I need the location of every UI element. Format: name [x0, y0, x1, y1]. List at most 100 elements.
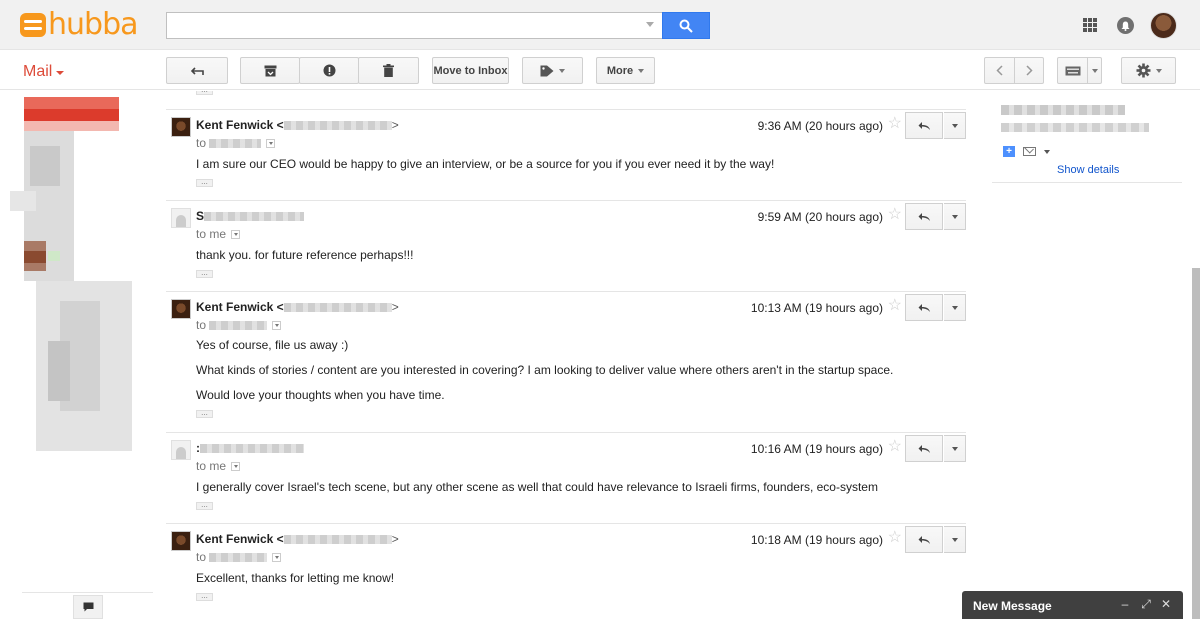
envelope-icon[interactable] [1023, 147, 1036, 156]
show-details-caret-icon[interactable] [272, 320, 282, 330]
more-label: More [606, 64, 634, 77]
mail-label: Mail [23, 63, 53, 80]
show-trimmed-content-button[interactable]: ... [196, 592, 213, 601]
sender-name[interactable]: S [196, 209, 305, 223]
reply-button[interactable] [905, 526, 943, 553]
sidebar-redacted [0, 91, 155, 619]
mail-menu[interactable]: Mail [23, 63, 65, 81]
show-details-caret-icon[interactable] [266, 138, 276, 148]
more-actions-button[interactable]: More [596, 57, 655, 84]
input-tools-dropdown[interactable] [1087, 57, 1102, 84]
message-time: 9:59 AM (20 hours ago) [757, 210, 883, 224]
reply-button[interactable] [905, 203, 943, 230]
message-more-button[interactable] [944, 526, 966, 553]
redacted-block [30, 146, 60, 186]
search-options-caret-icon[interactable] [646, 22, 654, 27]
sender-name[interactable]: Kent Fenwick < > [196, 300, 399, 314]
redacted-block [24, 97, 119, 109]
show-details-caret-icon[interactable] [231, 461, 241, 471]
report-spam-button[interactable] [299, 57, 359, 84]
show-details-link[interactable]: Show details [1057, 164, 1119, 176]
minimize-icon[interactable]: – [1118, 597, 1132, 611]
show-trimmed-content-button[interactable]: ... [196, 269, 213, 278]
close-icon[interactable]: ✕ [1159, 597, 1173, 611]
redacted-sender [204, 212, 305, 222]
redacted-contact-email [1001, 123, 1149, 132]
reply-button[interactable] [905, 294, 943, 321]
chevron-down-icon[interactable] [1044, 149, 1050, 154]
notifications-icon[interactable] [1117, 17, 1134, 34]
redacted-email [283, 303, 392, 313]
show-trimmed-content-button[interactable]: ... [196, 178, 213, 187]
reply-button[interactable] [905, 435, 943, 462]
show-trimmed-content-button[interactable]: ... [196, 409, 213, 418]
input-tools-button[interactable] [1057, 57, 1088, 84]
sender-avatar [171, 208, 191, 228]
expand-icon[interactable]: ⤢ [1139, 597, 1153, 611]
hubba-logo[interactable]: hubba [20, 10, 138, 40]
recipient-line: to me [196, 459, 241, 473]
message: S to me 9:59 AM (20 hours ago) ☆ thank y… [166, 200, 966, 291]
message-body: What kinds of stories / content are you … [196, 363, 894, 377]
contact-actions: + [1003, 146, 1050, 157]
reply-icon [918, 444, 930, 453]
labels-button[interactable] [522, 57, 583, 84]
star-icon[interactable]: ☆ [888, 207, 902, 223]
message-more-button[interactable] [944, 112, 966, 139]
back-arrow-icon [190, 66, 204, 75]
gear-icon [1136, 63, 1150, 78]
redacted-email [283, 121, 392, 131]
logo-mark-icon [20, 13, 46, 37]
message: : to me 10:16 AM (19 hours ago) ☆ I gene… [166, 432, 966, 523]
recipient-line: to [196, 136, 276, 150]
older-conversation-button[interactable] [1014, 57, 1044, 84]
sender-name[interactable]: Kent Fenwick < > [196, 118, 399, 132]
show-details-caret-icon[interactable] [272, 552, 282, 562]
reply-button[interactable] [905, 112, 943, 139]
star-icon[interactable]: ☆ [888, 530, 902, 546]
label-tag-icon [540, 65, 554, 76]
show-details-caret-icon[interactable] [231, 229, 241, 239]
message: Kent Fenwick < > to 9:36 AM (20 hours ago… [166, 109, 966, 200]
search-button[interactable] [662, 12, 710, 39]
account-avatar[interactable] [1150, 12, 1177, 39]
reply-icon [918, 121, 930, 130]
redacted-block [24, 251, 46, 263]
recipient-line: to [196, 318, 282, 332]
star-icon[interactable]: ☆ [888, 439, 902, 455]
redacted-block [48, 341, 70, 401]
top-bar: hubba [0, 0, 1200, 50]
delete-button[interactable] [358, 57, 419, 84]
move-to-inbox-button[interactable]: Move to Inbox [432, 57, 509, 84]
sender-name[interactable]: Kent Fenwick < > [196, 532, 399, 546]
compose-title: New Message [973, 599, 1052, 613]
message-body: I generally cover Israel's tech scene, b… [196, 480, 878, 494]
add-to-circles-icon[interactable]: + [1003, 146, 1015, 157]
scrollbar[interactable] [1192, 268, 1200, 619]
newer-conversation-button[interactable] [984, 57, 1015, 84]
chat-icon[interactable] [73, 595, 103, 619]
message-time: 9:36 AM (20 hours ago) [757, 119, 883, 133]
star-icon[interactable]: ☆ [888, 116, 902, 132]
settings-button[interactable] [1121, 57, 1176, 84]
compose-window[interactable]: New Message – ⤢ ✕ [962, 591, 1183, 619]
apps-grid-icon[interactable] [1083, 18, 1097, 32]
contact-panel: + Show details [992, 91, 1182, 183]
message: Kent Fenwick < > to 10:18 AM (19 hours ag… [166, 523, 966, 619]
message-more-button[interactable] [944, 435, 966, 462]
sender-name[interactable]: : [196, 441, 304, 455]
message-body: Yes of course, file us away :) [196, 338, 349, 352]
archive-icon [264, 65, 276, 76]
chevron-left-icon [996, 65, 1003, 76]
redacted-sender [200, 444, 304, 454]
message-more-button[interactable] [944, 294, 966, 321]
search-input[interactable] [166, 12, 662, 39]
show-trimmed-content-button[interactable]: ... [196, 501, 213, 510]
back-button[interactable] [166, 57, 228, 84]
show-trimmed-content-button[interactable]: ... [196, 91, 213, 95]
trash-icon [383, 64, 394, 77]
message-more-button[interactable] [944, 203, 966, 230]
archive-button[interactable] [240, 57, 300, 84]
star-icon[interactable]: ☆ [888, 298, 902, 314]
keyboard-icon [1065, 66, 1080, 75]
